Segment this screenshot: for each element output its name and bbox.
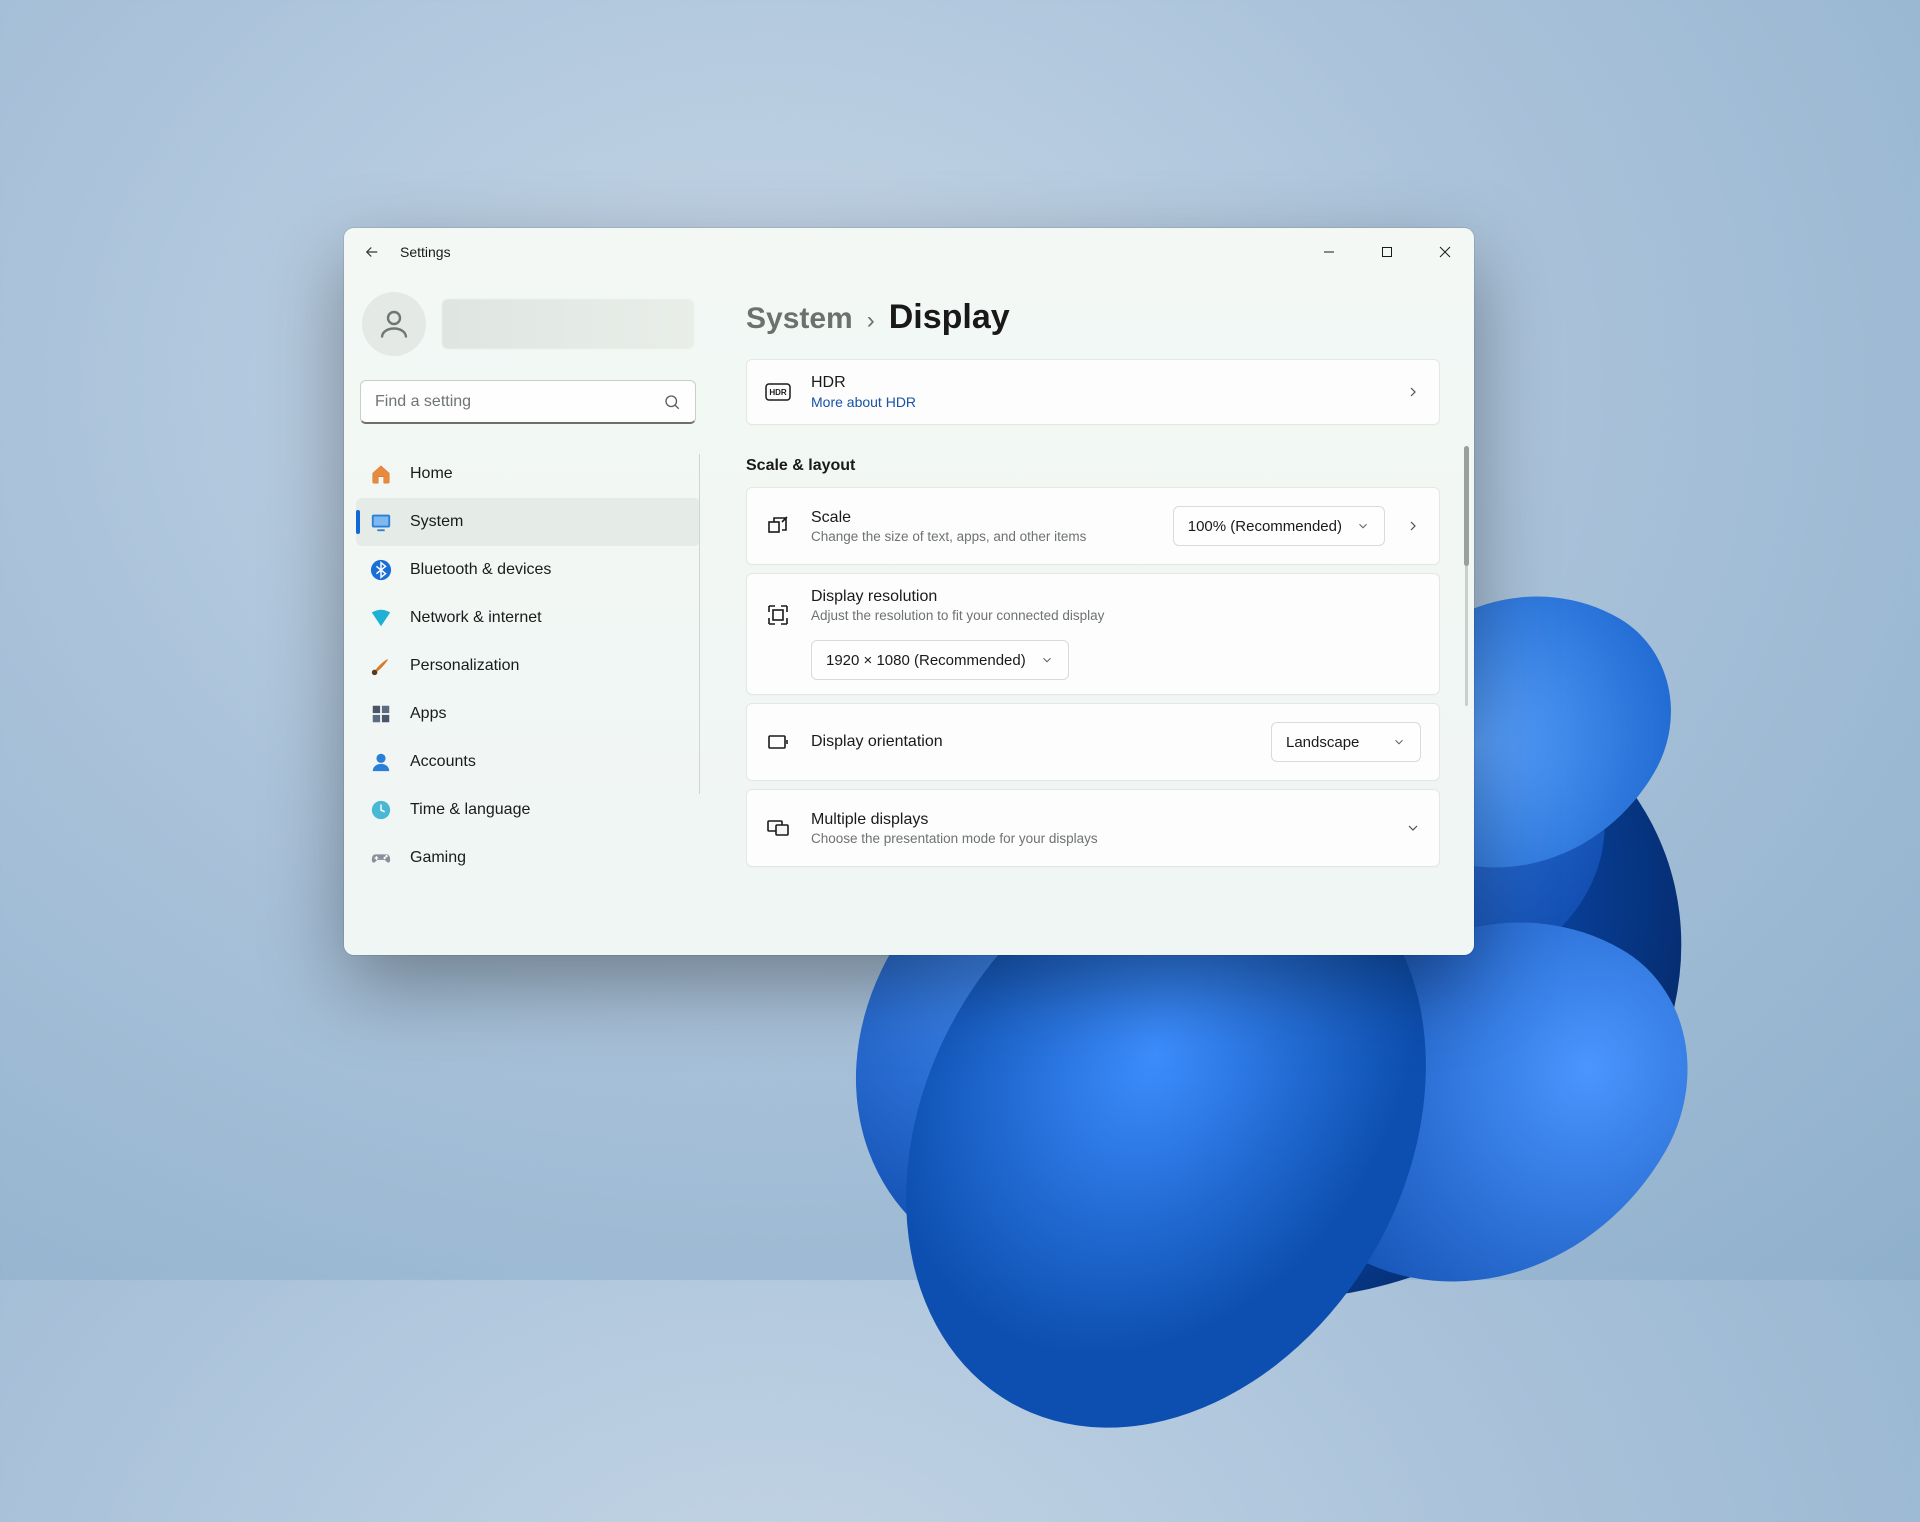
- person-icon: [376, 306, 412, 342]
- sidebar-item-label: Network & internet: [410, 609, 542, 627]
- sidebar-item-label: System: [410, 513, 463, 531]
- sidebar-item-network[interactable]: Network & internet: [356, 594, 700, 642]
- chevron-down-icon: [1356, 519, 1370, 533]
- main-content: System › Display HDR HDR More about HDR …: [712, 276, 1474, 955]
- settings-window: Settings: [344, 228, 1474, 955]
- sidebar-item-label: Accounts: [410, 753, 476, 771]
- scale-row[interactable]: Scale Change the size of text, apps, and…: [746, 487, 1440, 565]
- scale-value: 100% (Recommended): [1188, 518, 1342, 535]
- scale-title: Scale: [811, 509, 1153, 527]
- chevron-right-icon: [1405, 518, 1421, 534]
- chevron-down-icon: [1392, 735, 1406, 749]
- hdr-title: HDR: [811, 374, 1385, 392]
- home-icon: [370, 463, 392, 485]
- sidebar-item-accounts[interactable]: Accounts: [356, 738, 700, 786]
- hdr-card[interactable]: HDR HDR More about HDR: [746, 359, 1440, 425]
- wifi-icon: [370, 607, 392, 629]
- hdr-link[interactable]: More about HDR: [811, 394, 1385, 410]
- titlebar: Settings: [344, 228, 1474, 276]
- sidebar-item-home[interactable]: Home: [356, 450, 700, 498]
- search-box[interactable]: [360, 380, 696, 424]
- sidebar-item-bluetooth[interactable]: Bluetooth & devices: [356, 546, 700, 594]
- sidebar-item-system[interactable]: System: [356, 498, 700, 546]
- resolution-dropdown[interactable]: 1920 × 1080 (Recommended): [811, 640, 1069, 680]
- gamepad-icon: [370, 847, 392, 869]
- sidebar-item-apps[interactable]: Apps: [356, 690, 700, 738]
- resolution-icon: [765, 602, 791, 628]
- multiple-displays-subtitle: Choose the presentation mode for your di…: [811, 831, 1385, 846]
- clock-globe-icon: [370, 799, 392, 821]
- sidebar-item-label: Gaming: [410, 849, 466, 867]
- chevron-right-icon: [1405, 384, 1421, 400]
- sidebar-item-label: Bluetooth & devices: [410, 561, 551, 579]
- multiple-displays-icon: [765, 815, 791, 841]
- hdr-icon: HDR: [765, 379, 791, 405]
- minimize-icon: [1323, 246, 1335, 258]
- sidebar-item-gaming[interactable]: Gaming: [356, 834, 700, 882]
- sidebar-item-personalization[interactable]: Personalization: [356, 642, 700, 690]
- chevron-right-icon: ›: [867, 307, 875, 335]
- sidebar-item-time-language[interactable]: Time & language: [356, 786, 700, 834]
- section-scale-layout: Scale & layout: [746, 457, 1440, 475]
- brush-icon: [370, 655, 392, 677]
- multiple-displays-title: Multiple displays: [811, 811, 1385, 829]
- close-button[interactable]: [1416, 228, 1474, 276]
- scale-icon: [765, 513, 791, 539]
- scrollbar[interactable]: [1465, 446, 1468, 706]
- svg-text:HDR: HDR: [769, 388, 787, 397]
- maximize-icon: [1381, 246, 1393, 258]
- back-button[interactable]: [362, 242, 382, 262]
- orientation-dropdown[interactable]: Landscape: [1271, 722, 1421, 762]
- search-icon: [663, 393, 681, 411]
- sidebar-item-label: Apps: [410, 705, 446, 723]
- chevron-down-icon: [1405, 820, 1421, 836]
- scale-subtitle: Change the size of text, apps, and other…: [811, 529, 1153, 544]
- chevron-down-icon: [1040, 653, 1054, 667]
- sidebar-item-label: Time & language: [410, 801, 530, 819]
- bluetooth-icon: [370, 559, 392, 581]
- resolution-title: Display resolution: [811, 588, 1421, 606]
- scale-dropdown[interactable]: 100% (Recommended): [1173, 506, 1385, 546]
- sidebar-item-label: Home: [410, 465, 453, 483]
- orientation-title: Display orientation: [811, 733, 1251, 751]
- app-title: Settings: [400, 244, 451, 260]
- maximize-button[interactable]: [1358, 228, 1416, 276]
- sidebar: Home System Bluetooth & devices Network …: [344, 276, 712, 955]
- system-icon: [370, 511, 392, 533]
- orientation-value: Landscape: [1286, 734, 1359, 751]
- orientation-icon: [765, 729, 791, 755]
- sidebar-item-label: Personalization: [410, 657, 519, 675]
- profile-section[interactable]: [356, 286, 700, 374]
- avatar: [362, 292, 426, 356]
- breadcrumb-parent[interactable]: System: [746, 302, 853, 336]
- profile-name-redacted: [442, 299, 694, 349]
- apps-icon: [370, 703, 392, 725]
- breadcrumb: System › Display: [746, 298, 1440, 337]
- resolution-subtitle: Adjust the resolution to fit your connec…: [811, 608, 1421, 623]
- orientation-row: Display orientation Landscape: [746, 703, 1440, 781]
- resolution-value: 1920 × 1080 (Recommended): [826, 652, 1026, 669]
- page-title: Display: [889, 298, 1010, 337]
- search-input[interactable]: [375, 393, 663, 411]
- arrow-left-icon: [363, 243, 381, 261]
- accounts-icon: [370, 751, 392, 773]
- close-icon: [1439, 246, 1451, 258]
- multiple-displays-row[interactable]: Multiple displays Choose the presentatio…: [746, 789, 1440, 867]
- resolution-row: Display resolution Adjust the resolution…: [746, 573, 1440, 695]
- minimize-button[interactable]: [1300, 228, 1358, 276]
